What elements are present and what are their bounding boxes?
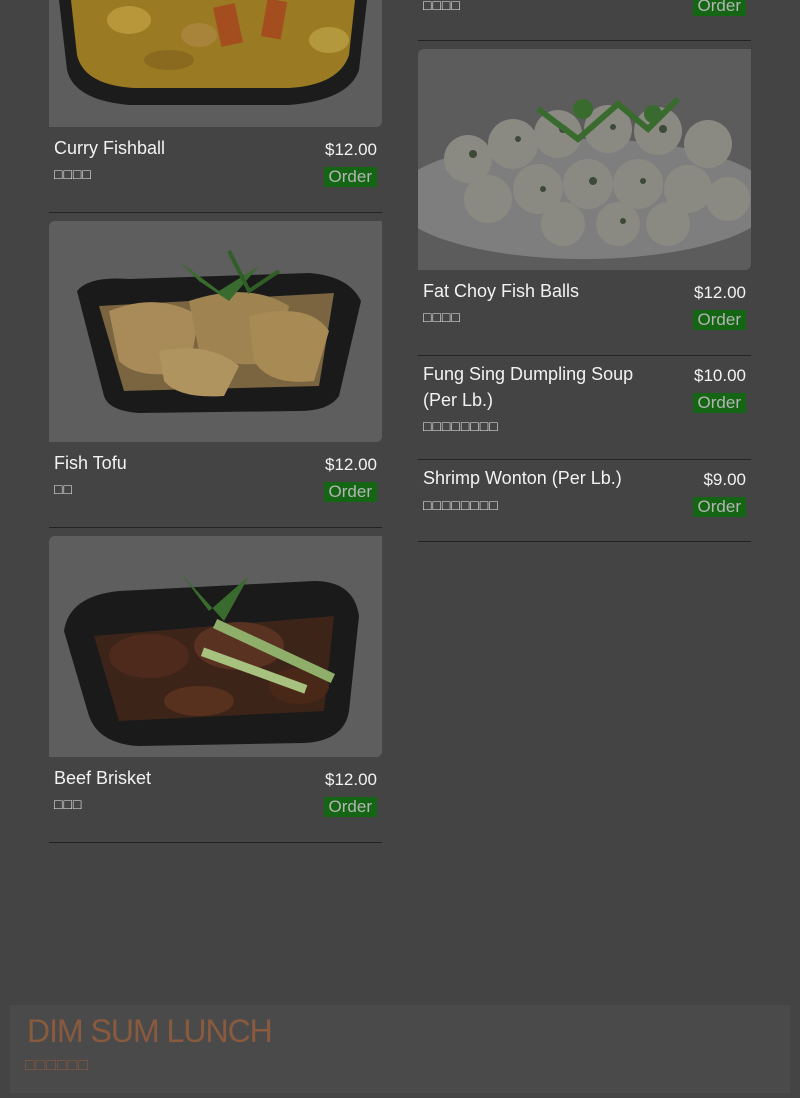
- item-name: Shrimp Wonton (Per Lb.): [423, 468, 622, 488]
- menu-item-beef-brisket: Beef Brisket □□□ $12.00 Order: [49, 536, 382, 843]
- menu-column-right: □□□□ Order Fat Choy Fish Balls □□□□ $12.…: [418, 0, 751, 542]
- order-button[interactable]: Order: [323, 167, 377, 187]
- menu-item-shrimp-wonton: Shrimp Wonton (Per Lb.) □□□□□□□□ $9.00 O…: [418, 460, 751, 542]
- order-button[interactable]: Order: [323, 482, 377, 502]
- order-button[interactable]: Order: [692, 0, 746, 16]
- item-chinese-name: □□□□□□□□: [423, 418, 499, 434]
- item-chinese-name: □□□□: [54, 166, 92, 182]
- section-title: DIM SUM LUNCH: [27, 1013, 273, 1049]
- item-price: $12.00: [694, 283, 746, 302]
- item-price: $12.00: [325, 770, 377, 789]
- item-name: Fish Tofu: [54, 453, 127, 473]
- item-price: $9.00: [703, 470, 746, 489]
- menu-item-fish-tofu: Fish Tofu □□ $12.00 Order: [49, 221, 382, 528]
- item-chinese-name: □□□□□□□□: [423, 497, 499, 513]
- menu-item-fung-sing-dumpling-soup: Fung Sing Dumpling Soup (Per Lb.) □□□□□□…: [418, 356, 751, 460]
- curry-fishball-photo: [49, 0, 382, 127]
- fish-tofu-photo: [49, 221, 382, 442]
- menu-column-left: Curry Fishball □□□□ $12.00 Order Fish To…: [49, 0, 382, 843]
- item-name: Fung Sing Dumpling Soup (Per Lb.): [423, 364, 634, 410]
- item-name: Fat Choy Fish Balls: [423, 281, 580, 301]
- section-header-dim-sum-lunch: DIM SUM LUNCH □□□□□□: [10, 1005, 790, 1093]
- section-chinese-title: □□□□□□: [25, 1057, 89, 1074]
- item-chinese-name: □□□: [54, 796, 83, 812]
- item-name: Beef Brisket: [54, 768, 152, 788]
- item-chinese-name: □□: [54, 481, 73, 497]
- menu-item-partial: □□□□ Order: [418, 0, 751, 41]
- order-button[interactable]: Order: [692, 393, 746, 413]
- item-name: Curry Fishball: [54, 138, 166, 158]
- item-chinese-name: □□□□: [423, 0, 461, 13]
- menu-item-fat-choy-fish-balls: Fat Choy Fish Balls □□□□ $12.00 Order: [418, 49, 751, 356]
- beef-brisket-photo: [49, 536, 382, 757]
- order-button[interactable]: Order: [692, 310, 746, 330]
- item-price: $12.00: [325, 455, 377, 474]
- menu-item-curry-fishball: Curry Fishball □□□□ $12.00 Order: [49, 0, 382, 213]
- item-price: $10.00: [694, 366, 746, 385]
- item-price: $12.00: [325, 140, 377, 159]
- fat-choy-fish-balls-photo: [418, 49, 751, 270]
- item-chinese-name: □□□□: [423, 309, 461, 325]
- order-button[interactable]: Order: [692, 497, 746, 517]
- order-button[interactable]: Order: [323, 797, 377, 817]
